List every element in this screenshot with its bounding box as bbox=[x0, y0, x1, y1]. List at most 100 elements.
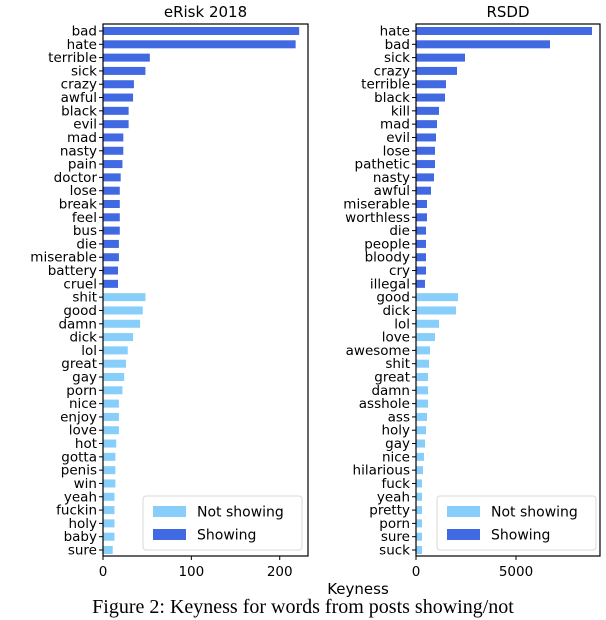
legend-label: Not showing bbox=[197, 505, 284, 521]
bar-gotta bbox=[103, 452, 116, 461]
bar-miserable bbox=[103, 253, 119, 262]
bar-awful bbox=[416, 186, 431, 195]
bar-pathetic bbox=[416, 160, 435, 169]
bar-penis bbox=[103, 466, 116, 475]
bar-porn bbox=[103, 386, 123, 395]
bar-suck bbox=[416, 546, 422, 554]
bar-terrible bbox=[416, 80, 446, 89]
bar-good bbox=[103, 306, 143, 315]
legend: Not showing Showing bbox=[436, 495, 597, 551]
rsdd-panel: RSDDhatebadsickcrazyterribleblackkillmad… bbox=[343, 3, 601, 580]
bar-lol bbox=[416, 319, 439, 328]
erisk-panel: eRisk 2018badhateterriblesickcrazyawfulb… bbox=[30, 3, 309, 580]
legend-label: Showing bbox=[491, 528, 550, 544]
bar-mad bbox=[103, 133, 124, 142]
bar-lol bbox=[103, 346, 128, 355]
bar-shit bbox=[103, 293, 146, 302]
bar-die bbox=[103, 239, 119, 248]
bar-yeah bbox=[416, 492, 422, 501]
bar-bloody bbox=[416, 253, 426, 262]
bar-worthless bbox=[416, 213, 427, 222]
legend-label: Showing bbox=[197, 528, 256, 544]
x-tick-label: 100 bbox=[178, 564, 204, 580]
bar-sure bbox=[103, 546, 113, 554]
bar-pretty bbox=[416, 506, 422, 515]
bar-yeah bbox=[103, 492, 115, 501]
bar-nice bbox=[103, 399, 119, 408]
legend-swatch-showing bbox=[153, 529, 186, 540]
bar-black bbox=[103, 106, 129, 115]
bar-evil bbox=[103, 120, 129, 129]
bar-holy bbox=[103, 519, 115, 528]
bar-people bbox=[416, 239, 426, 248]
bar-baby bbox=[103, 532, 115, 541]
legend-label: Not showing bbox=[491, 505, 578, 521]
bar-bus bbox=[103, 226, 120, 235]
bar-asshole bbox=[416, 399, 428, 408]
chart-title: RSDD bbox=[486, 3, 529, 21]
bar-cry bbox=[416, 266, 426, 275]
bar-awesome bbox=[416, 346, 430, 355]
bar-battery bbox=[103, 266, 119, 275]
bar-feel bbox=[103, 213, 120, 222]
plot-frame bbox=[415, 23, 601, 557]
bar-gay bbox=[416, 439, 425, 448]
bar-great bbox=[416, 373, 428, 381]
bar-crazy bbox=[416, 66, 457, 75]
bar-gay bbox=[103, 373, 125, 381]
bar-mad bbox=[416, 120, 437, 129]
x-tick-label: 0 bbox=[412, 564, 421, 580]
x-tick-label: 5000 bbox=[499, 564, 533, 580]
bar-enjoy bbox=[103, 412, 119, 421]
bar-holy bbox=[416, 426, 426, 435]
figure-caption: Figure 2: Keyness for words from posts s… bbox=[92, 596, 514, 618]
bar-die bbox=[416, 226, 426, 235]
bar-nice bbox=[416, 452, 424, 461]
bar-shit bbox=[416, 359, 429, 368]
bar-cruel bbox=[103, 279, 119, 288]
bar-fuck bbox=[416, 479, 422, 488]
legend-swatch-not-showing bbox=[447, 506, 480, 517]
bar-fuckin bbox=[103, 506, 115, 515]
bar-sick bbox=[103, 66, 146, 75]
bar-win bbox=[103, 479, 116, 488]
x-tick-label: 0 bbox=[99, 564, 108, 580]
bar-hilarious bbox=[416, 466, 423, 475]
legend: Not showing Showing bbox=[142, 495, 303, 551]
bar-love bbox=[416, 333, 435, 342]
y-tick-label: sure bbox=[68, 543, 97, 559]
bar-hate bbox=[103, 40, 296, 49]
bar-dick bbox=[103, 333, 134, 342]
bar-bad bbox=[416, 40, 550, 49]
y-tick-label: suck bbox=[379, 543, 410, 559]
bar-nasty bbox=[416, 173, 434, 182]
bar-good bbox=[416, 293, 458, 302]
bar-damn bbox=[416, 386, 428, 395]
bar-lose bbox=[103, 186, 120, 195]
x-tick-label: 200 bbox=[267, 564, 293, 580]
bar-sick bbox=[416, 53, 465, 62]
bar-pain bbox=[103, 160, 123, 169]
keyness-figure: eRisk 2018badhateterriblesickcrazyawfulb… bbox=[30, 3, 601, 598]
bar-bad bbox=[103, 27, 300, 35]
bar-lose bbox=[416, 146, 435, 155]
bar-dick bbox=[416, 306, 456, 315]
bar-kill bbox=[416, 106, 439, 115]
bar-black bbox=[416, 93, 445, 102]
bar-terrible bbox=[103, 53, 150, 62]
bar-hate bbox=[416, 27, 592, 35]
bar-nasty bbox=[103, 146, 124, 155]
plot-frame bbox=[102, 23, 309, 557]
bar-illegal bbox=[416, 279, 425, 288]
bar-doctor bbox=[103, 173, 121, 182]
bar-love bbox=[103, 426, 119, 435]
bar-crazy bbox=[103, 80, 134, 89]
bar-hot bbox=[103, 439, 117, 448]
bar-break bbox=[103, 200, 120, 208]
bar-sure bbox=[416, 532, 422, 541]
legend-swatch-not-showing bbox=[153, 506, 186, 517]
bar-miserable bbox=[416, 200, 427, 208]
bar-damn bbox=[103, 319, 141, 328]
bar-evil bbox=[416, 133, 436, 142]
legend-swatch-showing bbox=[447, 529, 480, 540]
